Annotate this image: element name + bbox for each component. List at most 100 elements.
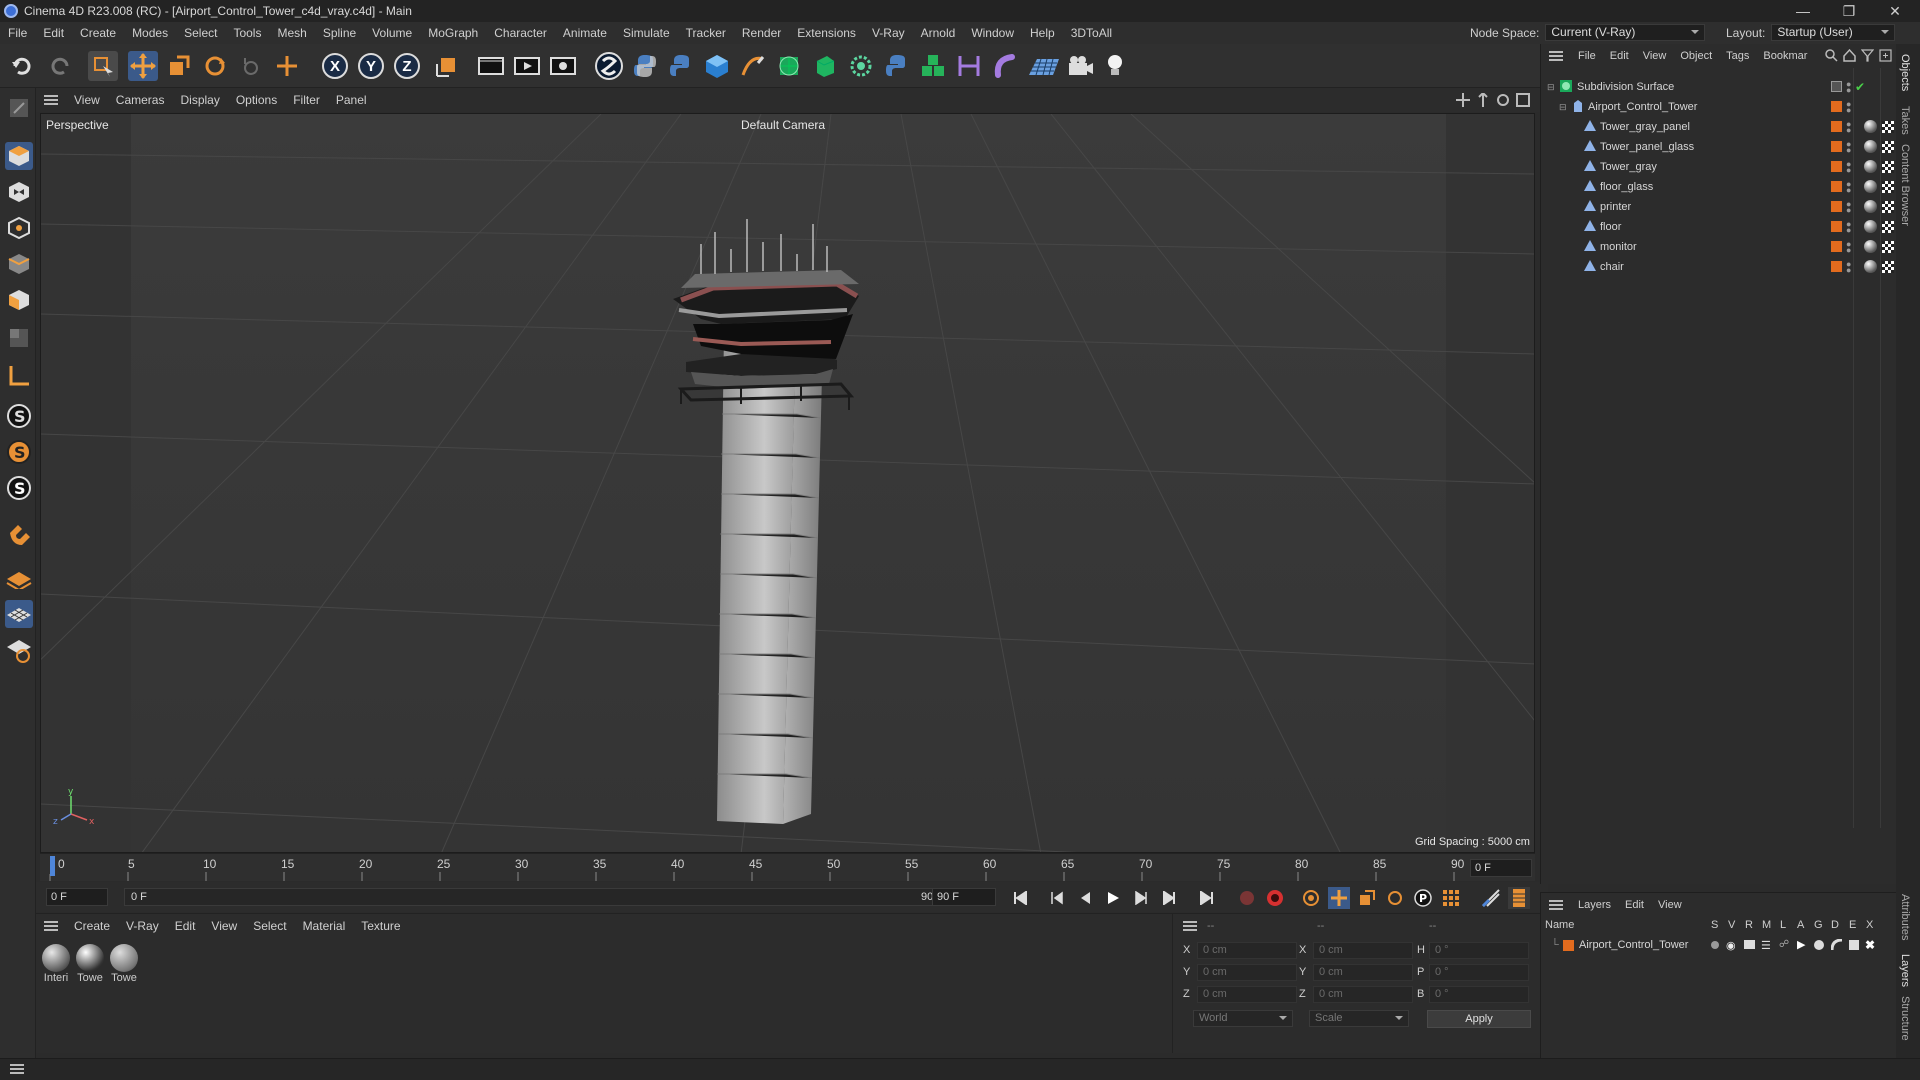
material-tag-icon[interactable] <box>1864 220 1877 233</box>
visibility-dots-icon[interactable]: ● ● <box>1846 260 1851 275</box>
node-space-dropdown[interactable]: Current (V-Ray) <box>1545 24 1706 41</box>
object-row[interactable]: chair ● ● <box>1541 257 1897 277</box>
rotate-tool-icon[interactable] <box>200 51 230 81</box>
visibility-dots-icon[interactable]: ● ● <box>1846 240 1851 255</box>
object-row[interactable]: Tower_gray_panel ● ● <box>1541 117 1897 137</box>
visibility-dots-icon[interactable]: ● ● <box>1846 140 1851 155</box>
autokey-record-icon[interactable] <box>1264 887 1286 909</box>
layer-render-icon[interactable] <box>1744 940 1755 949</box>
perspective-viewport[interactable]: y x z Perspective Default Camera Grid Sp… <box>40 113 1535 853</box>
menu-select[interactable]: Select <box>176 22 225 44</box>
status-bar-hamburger-icon[interactable] <box>10 1064 24 1074</box>
go-to-end-icon[interactable] <box>1196 887 1218 909</box>
layer-color-icon[interactable] <box>1831 81 1842 92</box>
menu-window[interactable]: Window <box>963 22 1022 44</box>
redo-icon[interactable] <box>44 51 74 81</box>
frame-range-slider[interactable]: 0 F 90 F <box>124 888 956 906</box>
model-mode-icon[interactable] <box>5 142 33 170</box>
layer-deformer-icon[interactable] <box>1830 938 1843 954</box>
scale-tool-icon[interactable] <box>164 51 194 81</box>
side-tab-content-browser[interactable]: Content Browser <box>1899 144 1911 226</box>
light-bulb-icon[interactable] <box>1100 51 1130 81</box>
menu-file[interactable]: File <box>0 22 35 44</box>
workplane-grid-icon[interactable] <box>5 600 33 628</box>
timeline-sound-icon[interactable] <box>1480 887 1502 909</box>
layer-color-icon[interactable] <box>1831 101 1842 112</box>
uvw-tag-icon[interactable] <box>1882 161 1894 173</box>
object-row[interactable]: floor ● ● <box>1541 217 1897 237</box>
point-mode-icon[interactable] <box>5 214 33 242</box>
layout-dropdown[interactable]: Startup (User) <box>1771 24 1896 41</box>
material-menu-create[interactable]: Create <box>66 919 118 933</box>
snap-icon-2[interactable]: S <box>5 438 33 466</box>
size-x-field[interactable]: 0 cm <box>1313 942 1413 959</box>
collapse-icon[interactable]: ⊟ <box>1559 102 1567 113</box>
viewport-menu-options[interactable]: Options <box>228 93 285 107</box>
size-z-field[interactable]: 0 cm <box>1313 986 1413 1003</box>
menu-extensions[interactable]: Extensions <box>789 22 864 44</box>
snap-icon-3[interactable]: S <box>5 474 33 502</box>
material-menu-texture[interactable]: Texture <box>353 919 408 933</box>
deformer-bend-icon[interactable] <box>990 51 1020 81</box>
coordinates-menu-hamburger-icon[interactable] <box>1183 921 1197 931</box>
position-z-field[interactable]: 0 cm <box>1197 986 1297 1003</box>
material-tag-icon[interactable] <box>1864 160 1877 173</box>
menu-edit[interactable]: Edit <box>35 22 72 44</box>
layer-xref-icon[interactable]: ✖ <box>1865 938 1875 952</box>
material-swatch[interactable]: Towe <box>109 944 139 984</box>
menu-volume[interactable]: Volume <box>364 22 420 44</box>
uvw-tag-icon[interactable] <box>1882 221 1894 233</box>
material-menu-view[interactable]: View <box>203 919 245 933</box>
layer-generator-icon[interactable] <box>1813 939 1825 954</box>
live-selection-icon[interactable] <box>88 51 118 81</box>
cluster-deformer-icon[interactable] <box>918 51 948 81</box>
menu-modes[interactable]: Modes <box>124 22 176 44</box>
search-icon[interactable] <box>1825 49 1838 65</box>
enabled-check-icon[interactable]: ✔ <box>1855 80 1865 94</box>
material-menu-edit[interactable]: Edit <box>167 919 204 933</box>
object-row-subdivision-surface[interactable]: ⊟ Subdivision Surface ● ● ✔ <box>1541 77 1897 97</box>
viewport-move-icon[interactable] <box>1456 93 1470 110</box>
key-position-icon[interactable] <box>1328 887 1350 909</box>
position-y-field[interactable]: 0 cm <box>1197 964 1297 981</box>
world-axis-icon[interactable] <box>272 51 302 81</box>
object-row[interactable]: Tower_gray ● ● <box>1541 157 1897 177</box>
side-tab-structure[interactable]: Structure <box>1899 996 1911 1041</box>
menu-spline[interactable]: Spline <box>315 22 364 44</box>
locked-workplane-icon[interactable] <box>5 636 33 664</box>
current-frame-field[interactable]: 0 F <box>1470 859 1532 877</box>
material-tag-icon[interactable] <box>1864 120 1877 133</box>
recent-tools-icon[interactable] <box>236 51 266 81</box>
layer-color-icon[interactable] <box>1831 241 1842 252</box>
key-rotation-icon[interactable] <box>1384 887 1406 909</box>
mograph-cloner-icon[interactable] <box>846 51 876 81</box>
record-keys-icon[interactable] <box>1236 887 1258 909</box>
filter-icon[interactable] <box>1860 49 1875 65</box>
menu-create[interactable]: Create <box>72 22 124 44</box>
material-menu-material[interactable]: Material <box>295 919 354 933</box>
layer-color-icon[interactable] <box>1831 121 1842 132</box>
menu-simulate[interactable]: Simulate <box>615 22 678 44</box>
position-x-field[interactable]: 0 cm <box>1197 942 1297 959</box>
minimize-button[interactable]: — <box>1780 0 1826 22</box>
layer-color-icon[interactable] <box>1831 181 1842 192</box>
layer-color-icon[interactable] <box>1831 201 1842 212</box>
layer-visibility-eye-icon[interactable]: ◉ <box>1726 939 1736 952</box>
viewport-rotate-icon[interactable] <box>1496 93 1510 110</box>
menu-mesh[interactable]: Mesh <box>269 22 314 44</box>
coordinate-space-dropdown[interactable]: World <box>1193 1010 1293 1027</box>
uvw-tag-icon[interactable] <box>1882 181 1894 193</box>
python-icon-1[interactable] <box>630 51 660 81</box>
object-menu-hamburger-icon[interactable] <box>1549 51 1563 61</box>
object-row-airport-control-tower[interactable]: ⊟ Airport_Control_Tower ● ● <box>1541 97 1897 117</box>
uv-mode-icon[interactable] <box>5 324 33 352</box>
layer-column-xrefs[interactable]: X <box>1866 919 1873 931</box>
next-frame-icon[interactable] <box>1130 887 1152 909</box>
previous-frame-icon[interactable] <box>1074 887 1096 909</box>
layer-column-animation[interactable]: A <box>1797 919 1804 931</box>
next-key-icon[interactable] <box>1158 887 1180 909</box>
menu-tracker[interactable]: Tracker <box>678 22 734 44</box>
key-pla-icon[interactable] <box>1440 887 1462 909</box>
layer-expression-icon[interactable] <box>1848 939 1860 954</box>
side-tab-layers[interactable]: Layers <box>1899 954 1911 987</box>
